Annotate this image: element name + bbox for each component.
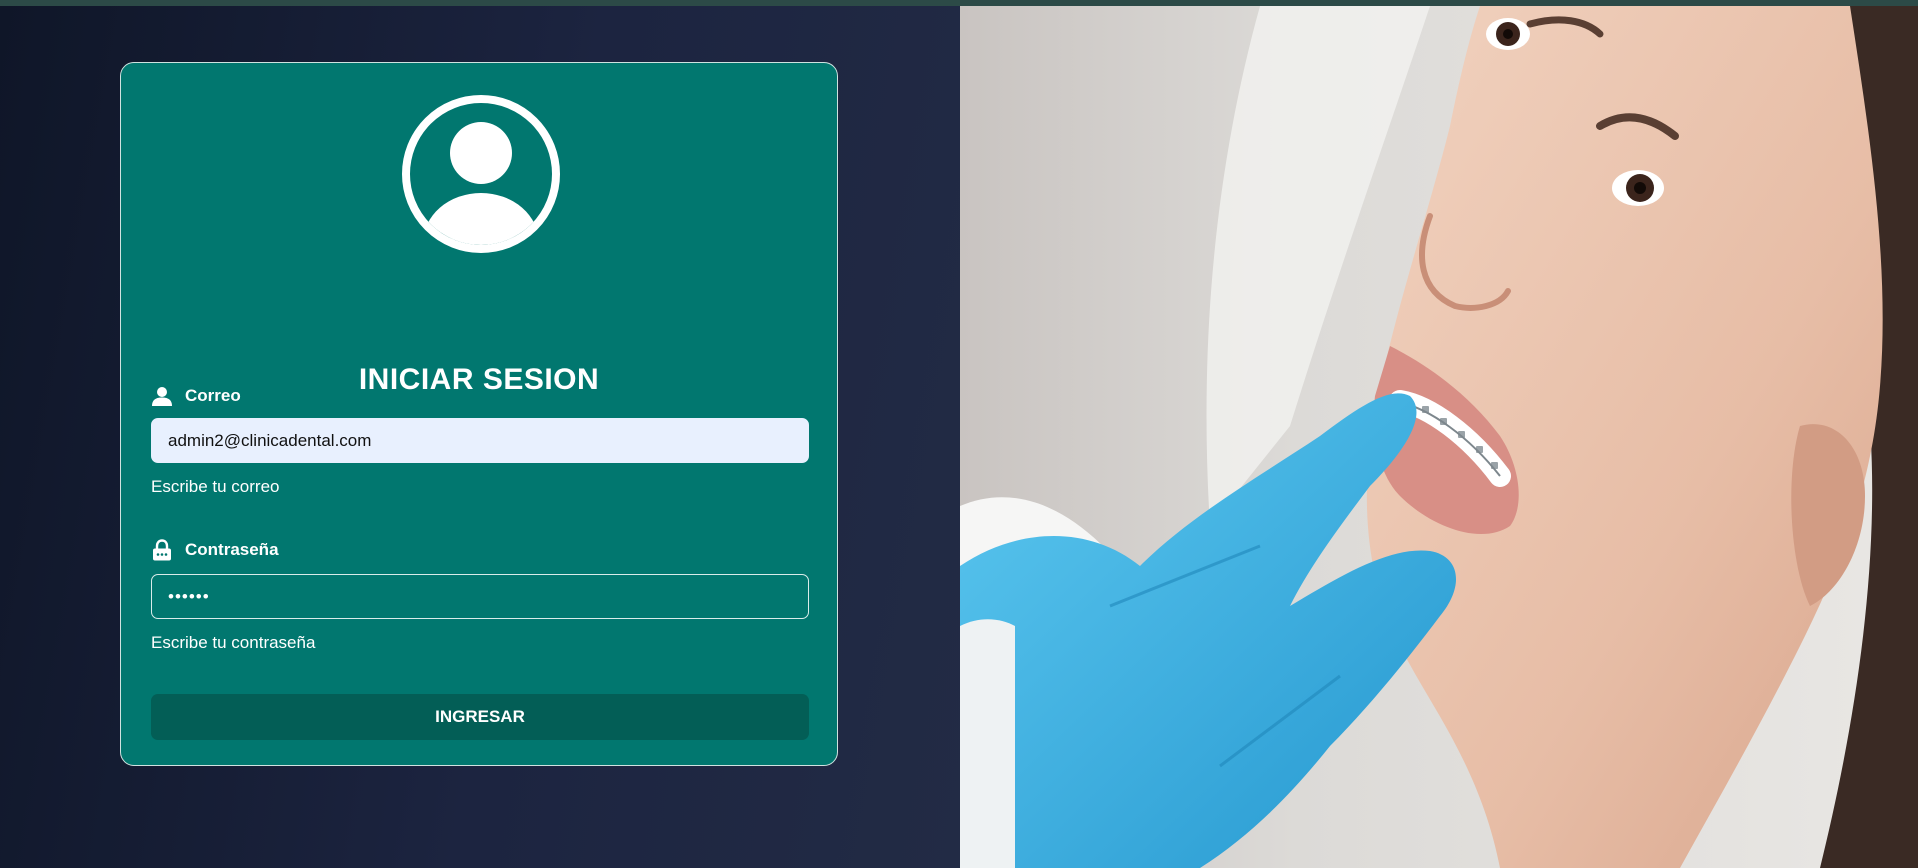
email-hint: Escribe tu correo	[151, 477, 280, 496]
left-panel: INICIAR SESION Correo Escribe tu correo	[0, 6, 960, 868]
user-circle-icon	[402, 95, 560, 253]
email-label-text: Correo	[185, 386, 241, 405]
email-label: Correo	[151, 385, 241, 407]
password-hint: Escribe tu contraseña	[151, 633, 316, 652]
person-icon	[151, 385, 173, 407]
password-label-text: Contraseña	[185, 540, 279, 559]
password-field[interactable]	[151, 574, 809, 619]
dental-photo	[960, 6, 1918, 868]
login-button[interactable]: INGRESAR	[151, 694, 809, 740]
login-card: INICIAR SESION Correo Escribe tu correo	[120, 62, 838, 766]
email-field[interactable]	[151, 418, 809, 463]
lock-icon	[151, 539, 173, 561]
password-label: Contraseña	[151, 539, 279, 561]
